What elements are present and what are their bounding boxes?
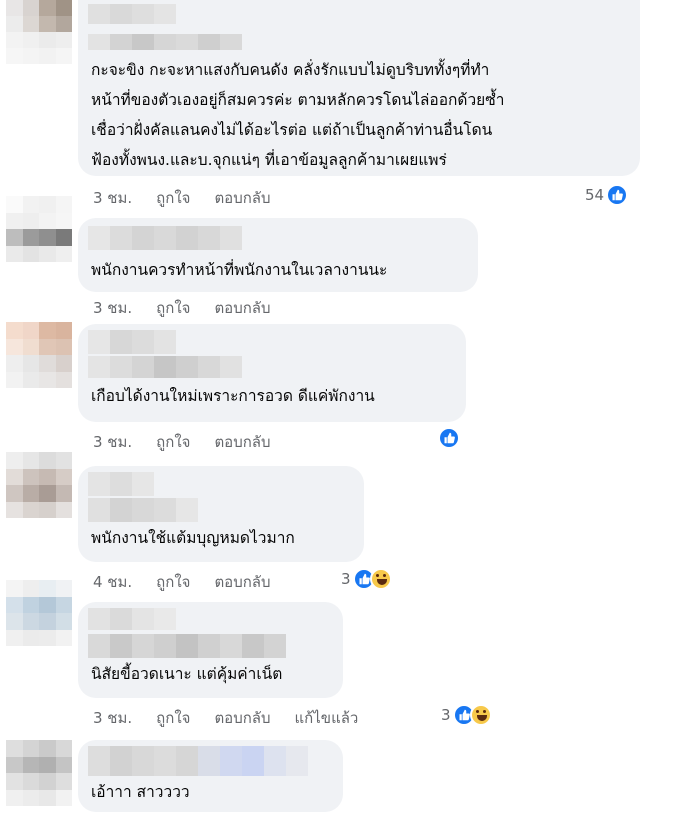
- comment-bubble: นิสัยขี้อวดเนาะ แต่คุ้มค่าเน็ต: [78, 602, 343, 698]
- comment-3: เกือบได้งานใหม่เพราะการอวด ดีแค่พักงาน 3…: [0, 322, 700, 451]
- like-button[interactable]: ถูกใจ: [156, 570, 190, 594]
- comment-text: เอ้าาา สาวววว: [91, 783, 190, 801]
- reply-button[interactable]: ตอบกลับ: [214, 706, 270, 730]
- reaction-summary[interactable]: [438, 427, 460, 449]
- comment-text: เชื่อว่าฝั่งคัลแลนคงไม่ได้อะไรต่อ แต่ถ้า…: [91, 121, 493, 139]
- blurred-author-name: [88, 472, 154, 496]
- like-button[interactable]: ถูกใจ: [156, 430, 190, 454]
- avatar[interactable]: [6, 452, 72, 518]
- haha-icon: [369, 568, 392, 590]
- reply-button[interactable]: ตอบกลับ: [214, 296, 270, 320]
- haha-icon: [469, 704, 492, 726]
- avatar[interactable]: [6, 196, 72, 262]
- comment-text: เกือบได้งานใหม่เพราะการอวด ดีแค่พักงาน: [91, 387, 375, 405]
- avatar[interactable]: [6, 0, 72, 64]
- avatar[interactable]: [6, 740, 72, 806]
- comment-1: กะจะขิง กะจะหาแสงกับคนดัง คลั่งรักแบบไม่…: [0, 0, 700, 210]
- reaction-summary[interactable]: 3: [341, 568, 392, 590]
- comment-text: พนักงานใช้แต้มบุญหมดไวมาก: [91, 529, 295, 547]
- reaction-count: 3: [441, 706, 451, 724]
- comment-actions: 3 ชม. ถูกใจ ตอบกลับ: [93, 296, 295, 320]
- blurred-author-name: [88, 226, 242, 250]
- blurred-author-name: [88, 330, 176, 354]
- blurred-author-name: [88, 4, 176, 24]
- blurred-author-name: [88, 498, 198, 522]
- comment-text: ฟ้องทั้งพนง.และบ.จุกแน่ๆ ที่เอาข้อมูลลูก…: [91, 151, 447, 169]
- comment-text: หน้าที่ของตัวเองอยู่ก็สมควรค่ะ ตามหลักคว…: [91, 91, 505, 109]
- like-icon: [438, 427, 460, 449]
- reaction-count: 3: [341, 570, 351, 588]
- reaction-summary[interactable]: 54: [585, 184, 629, 206]
- comment-text: กะจะขิง กะจะหาแสงกับคนดัง คลั่งรักแบบไม่…: [91, 61, 490, 79]
- comment-bubble: เอ้าาา สาวววว: [78, 740, 343, 812]
- comment-bubble: พนักงานใช้แต้มบุญหมดไวมาก: [78, 466, 364, 562]
- blurred-author-name: [88, 634, 286, 658]
- like-button[interactable]: ถูกใจ: [156, 186, 190, 210]
- blurred-author-name: [88, 356, 242, 378]
- reply-button[interactable]: ตอบกลับ: [214, 186, 270, 210]
- comment-text: พนักงานควรทำหน้าที่พนักงานในเวลางานนะ: [91, 261, 388, 279]
- comment-5: นิสัยขี้อวดเนาะ แต่คุ้มค่าเน็ต 3 ชม. ถูก…: [0, 580, 700, 730]
- reply-button[interactable]: ตอบกลับ: [214, 430, 270, 454]
- comment-bubble: พนักงานควรทำหน้าที่พนักงานในเวลางานนะ: [78, 218, 478, 292]
- comment-actions: 3 ชม. ถูกใจ ตอบกลับ: [93, 186, 295, 210]
- comment-actions: 4 ชม. ถูกใจ ตอบกลับ: [93, 570, 295, 594]
- like-icon: [606, 184, 629, 206]
- blurred-author-name: [88, 34, 242, 50]
- comment-text: นิสัยขี้อวดเนาะ แต่คุ้มค่าเน็ต: [91, 665, 283, 683]
- edited-label[interactable]: แก้ไขแล้ว: [295, 706, 359, 730]
- timestamp[interactable]: 3 ชม.: [93, 186, 132, 210]
- blurred-author-name: [88, 608, 176, 630]
- timestamp[interactable]: 4 ชม.: [93, 570, 132, 594]
- timestamp[interactable]: 3 ชม.: [93, 706, 132, 730]
- reply-button[interactable]: ตอบกลับ: [214, 570, 270, 594]
- comment-2: พนักงานควรทำหน้าที่พนักงานในเวลางานนะ 3 …: [0, 196, 700, 320]
- reaction-summary[interactable]: 3: [441, 704, 492, 726]
- avatar[interactable]: [6, 580, 72, 646]
- like-button[interactable]: ถูกใจ: [156, 706, 190, 730]
- comment-actions: 3 ชม. ถูกใจ ตอบกลับ แก้ไขแล้ว: [93, 706, 382, 730]
- comment-6: เอ้าาา สาวววว: [0, 740, 700, 816]
- like-button[interactable]: ถูกใจ: [156, 296, 190, 320]
- comment-actions: 3 ชม. ถูกใจ ตอบกลับ: [93, 430, 295, 454]
- blurred-author-name: [88, 746, 308, 776]
- comment-4: พนักงานใช้แต้มบุญหมดไวมาก 4 ชม. ถูกใจ ตอ…: [0, 452, 700, 594]
- timestamp[interactable]: 3 ชม.: [93, 430, 132, 454]
- comment-bubble: เกือบได้งานใหม่เพราะการอวด ดีแค่พักงาน: [78, 324, 466, 422]
- reaction-count: 54: [585, 186, 605, 204]
- comment-bubble: กะจะขิง กะจะหาแสงกับคนดัง คลั่งรักแบบไม่…: [78, 0, 640, 176]
- timestamp[interactable]: 3 ชม.: [93, 296, 132, 320]
- avatar[interactable]: [6, 322, 72, 388]
